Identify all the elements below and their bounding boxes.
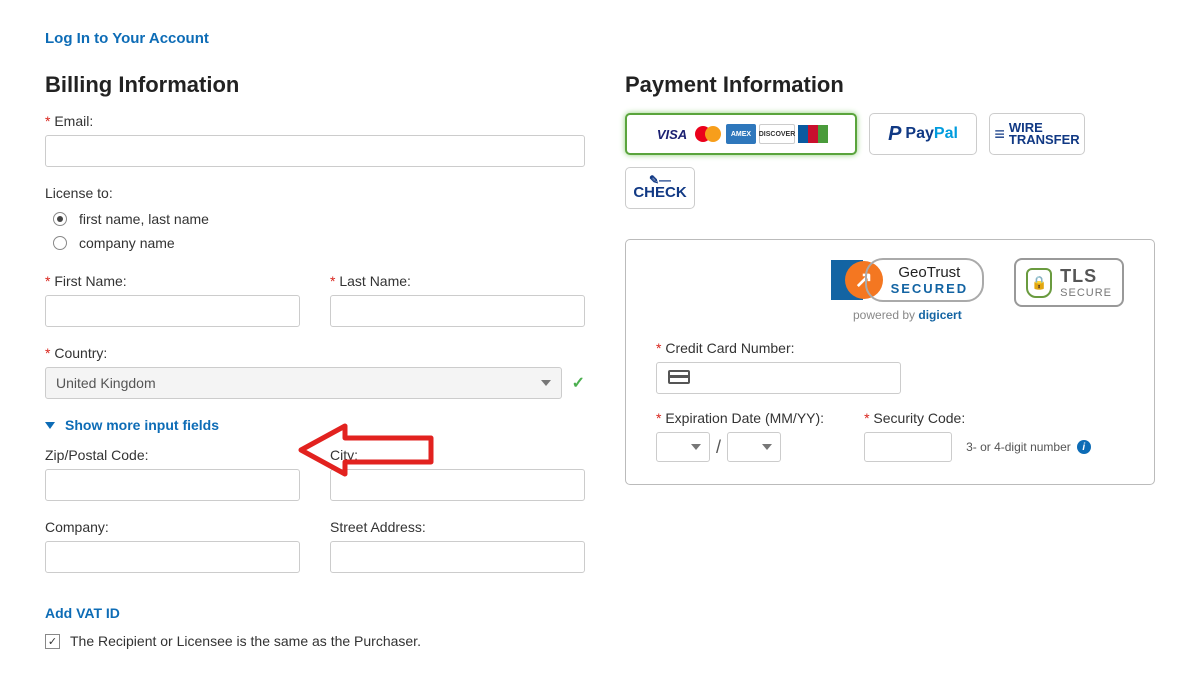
sec-code-input[interactable]	[864, 432, 952, 462]
tls-badge: 🔒 TLS SECURE	[1014, 258, 1124, 307]
amex-icon: AMEX	[726, 124, 756, 144]
mastercard-icon	[693, 124, 723, 144]
payment-panel: ↗ GeoTrust SECURED powered by digicert 🔒…	[625, 239, 1155, 485]
chevron-down-icon	[45, 422, 55, 429]
visa-icon: VISA	[654, 124, 690, 144]
first-name-input[interactable]	[45, 295, 300, 327]
login-link[interactable]: Log In to Your Account	[45, 30, 209, 47]
checkmark-icon: ✓	[572, 373, 585, 393]
sec-code-label: * Security Code:	[864, 410, 1091, 426]
paypal-icon: P	[888, 123, 901, 146]
payment-option-check[interactable]: ✎— CHECK	[625, 167, 695, 209]
cc-number-label: * Credit Card Number:	[656, 340, 1124, 356]
street-input[interactable]	[330, 541, 585, 573]
license-radio-person-label: first name, last name	[79, 211, 209, 227]
country-value: United Kingdom	[56, 375, 156, 391]
geotrust-badge: ↗ GeoTrust SECURED powered by digicert	[831, 258, 985, 322]
company-input[interactable]	[45, 541, 300, 573]
wire-label-2: TRANSFER	[1009, 134, 1080, 146]
show-more-label: Show more input fields	[65, 417, 219, 433]
license-radio-company[interactable]: company name	[45, 231, 585, 255]
license-to-label: License to:	[45, 185, 585, 201]
check-label: CHECK	[633, 184, 686, 201]
last-name-input[interactable]	[330, 295, 585, 327]
exp-year-select[interactable]	[727, 432, 781, 462]
radio-icon	[53, 236, 67, 250]
payment-option-paypal[interactable]: P PayPal	[869, 113, 977, 155]
email-input[interactable]	[45, 135, 585, 167]
check-icon: ✎—	[633, 176, 686, 184]
billing-heading: Billing Information	[45, 72, 585, 98]
chevron-down-icon	[691, 444, 701, 450]
credit-card-icon	[668, 370, 690, 384]
company-label: Company:	[45, 519, 300, 535]
cc-number-input[interactable]	[656, 362, 901, 394]
same-as-purchaser-checkbox[interactable]: ✓	[45, 634, 60, 649]
wire-icon: ≡	[994, 124, 1005, 145]
country-label: * Country:	[45, 345, 585, 361]
paypal-label-2: Pal	[934, 125, 958, 143]
payment-option-wire[interactable]: ≡ WIRE TRANSFER	[989, 113, 1085, 155]
license-radio-company-label: company name	[79, 235, 175, 251]
payment-heading: Payment Information	[625, 72, 1155, 98]
sec-code-hint: 3- or 4-digit number	[966, 440, 1071, 454]
exp-slash: /	[716, 437, 721, 458]
payment-option-cards[interactable]: VISA AMEX DISCOVER	[625, 113, 857, 155]
lock-icon: 🔒	[1026, 268, 1052, 298]
zip-label: Zip/Postal Code:	[45, 447, 300, 463]
last-name-label: * Last Name:	[330, 273, 585, 289]
radio-icon	[53, 212, 67, 226]
country-select[interactable]: United Kingdom	[45, 367, 562, 399]
first-name-label: * First Name:	[45, 273, 300, 289]
info-icon[interactable]: i	[1077, 440, 1091, 454]
paypal-label-1: Pay	[905, 125, 933, 143]
chevron-down-icon	[762, 444, 772, 450]
email-label: * Email:	[45, 113, 585, 129]
discover-icon: DISCOVER	[759, 124, 795, 144]
exp-label: * Expiration Date (MM/YY):	[656, 410, 824, 426]
chevron-down-icon	[541, 380, 551, 386]
zip-input[interactable]	[45, 469, 300, 501]
jcb-icon	[798, 124, 828, 144]
same-as-purchaser-label: The Recipient or Licensee is the same as…	[70, 633, 421, 649]
exp-month-select[interactable]	[656, 432, 710, 462]
add-vat-link[interactable]: Add VAT ID	[45, 605, 120, 621]
annotation-arrow-icon	[297, 418, 437, 482]
license-radio-person[interactable]: first name, last name	[45, 207, 585, 231]
street-label: Street Address:	[330, 519, 585, 535]
